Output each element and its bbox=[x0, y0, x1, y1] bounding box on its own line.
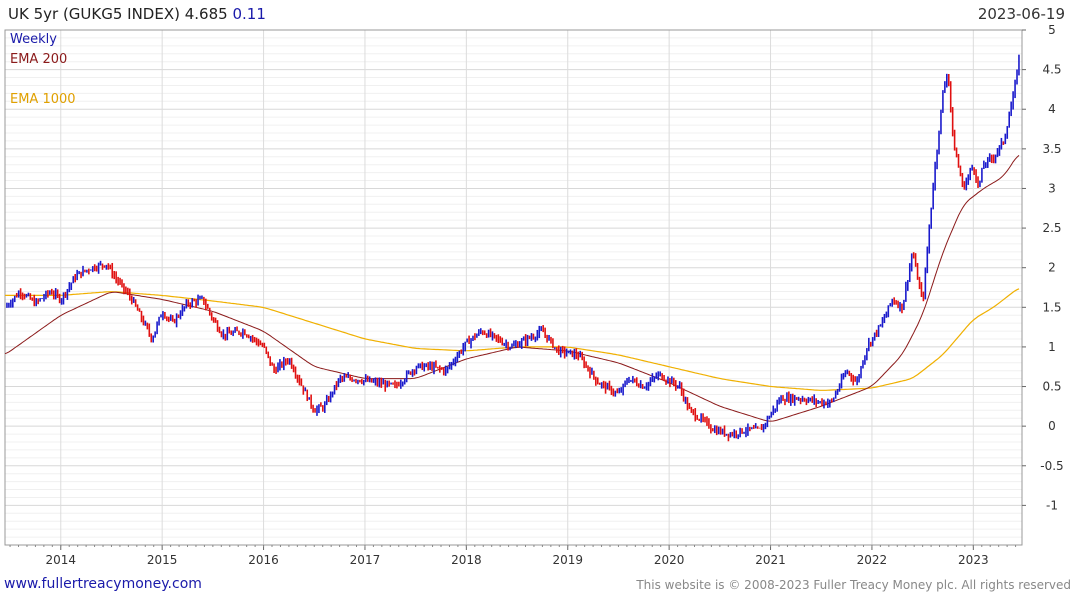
price-chart: 2014 2015 2016 2017 2018 2019 2020 2021 2022 2023… bbox=[4, 23, 1064, 567]
price-layer bbox=[6, 54, 1020, 442]
y-tick-label: -1 bbox=[1046, 498, 1058, 512]
grid-layer bbox=[5, 29, 1022, 546]
x-tick-label: 2017 bbox=[350, 553, 381, 567]
footer-website-link[interactable]: www.fullertreacymoney.com bbox=[4, 576, 202, 592]
y-tick-label: 2.5 bbox=[1042, 221, 1061, 235]
x-tick-label: 2016 bbox=[248, 553, 279, 567]
series-ema1000 bbox=[5, 288, 1020, 391]
y-tick-label: 3.5 bbox=[1042, 142, 1061, 156]
y-tick-label: 4 bbox=[1048, 102, 1056, 116]
legend-weekly: Weekly bbox=[10, 32, 57, 47]
ema1000-layer bbox=[5, 288, 1020, 391]
y-tick-label: 2 bbox=[1048, 261, 1056, 275]
x-tick-label: 2019 bbox=[552, 553, 583, 567]
x-tick-label: 2023 bbox=[958, 553, 989, 567]
y-tick-label: -0.5 bbox=[1040, 459, 1063, 473]
x-tick-label: 2021 bbox=[755, 553, 786, 567]
y-tick-label: 0 bbox=[1048, 419, 1056, 433]
legend-ema1000: EMA 1000 bbox=[10, 92, 76, 107]
y-tick-label: 5 bbox=[1048, 23, 1056, 37]
y-tick-label: 1 bbox=[1048, 340, 1056, 354]
x-axis: 2014 2015 2016 2017 2018 2019 2020 2021 2022 2023 bbox=[9, 545, 1017, 567]
y-axis: 5 4.5 4 3.5 3 2.5 2 1.5 1 0.5 0 -0.5 -1 bbox=[1022, 23, 1064, 512]
x-tick-label: 2014 bbox=[45, 553, 76, 567]
legend-ema200: EMA 200 bbox=[10, 52, 68, 67]
footer-copyright: This website is © 2008-2023 Fuller Treac… bbox=[636, 578, 1071, 592]
x-tick-label: 2018 bbox=[451, 553, 482, 567]
y-tick-label: 3 bbox=[1048, 181, 1056, 195]
y-tick-label: 1.5 bbox=[1042, 300, 1061, 314]
ema200-layer bbox=[4, 155, 1020, 422]
plot-frame bbox=[4, 29, 1023, 546]
y-tick-label: 4.5 bbox=[1042, 63, 1061, 77]
y-tick-label: 0.5 bbox=[1042, 380, 1061, 394]
x-tick-label: 2020 bbox=[654, 553, 685, 567]
x-tick-label: 2022 bbox=[857, 553, 888, 567]
series-ema200 bbox=[4, 155, 1020, 422]
x-tick-label: 2015 bbox=[147, 553, 178, 567]
